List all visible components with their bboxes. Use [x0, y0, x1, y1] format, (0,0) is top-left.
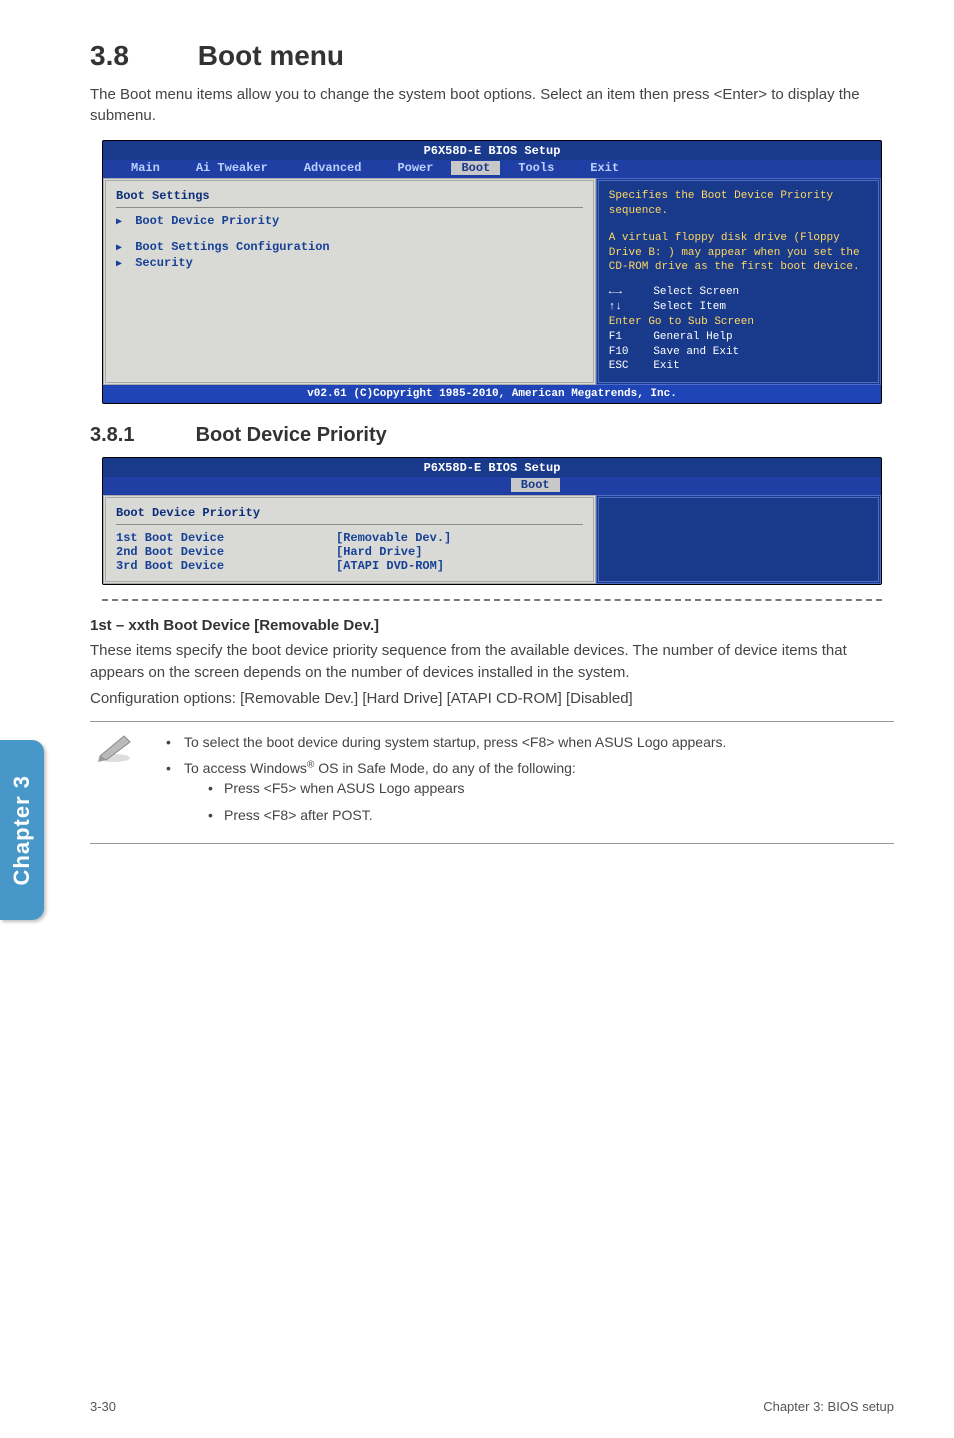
- note-sublist: Press <F5> when ASUS Logo appears Press …: [184, 778, 890, 825]
- chapter-tab: Chapter 3: [0, 740, 44, 920]
- key-row-enter: Enter Go to Sub Screen: [609, 315, 868, 330]
- bios-tab-advanced: Advanced: [286, 161, 380, 175]
- bios-left-pane: Boot Device Priority 1st Boot Device [Re…: [103, 495, 596, 584]
- note-item-2a: To access Windows: [184, 760, 307, 776]
- bios-kv-key: 1st Boot Device: [116, 531, 336, 545]
- key-ud: ↑↓: [609, 300, 647, 315]
- page-footer-right: Chapter 3: BIOS setup: [763, 1399, 894, 1414]
- bios-kv-val: [Removable Dev.]: [336, 531, 451, 545]
- key-f1-label: General Help: [653, 331, 732, 343]
- spacer: [116, 230, 583, 238]
- section-title: Boot menu: [198, 40, 344, 71]
- pencil-note-icon: [94, 730, 138, 769]
- bios-row-boot-device-priority: ▶ Boot Device Priority: [116, 214, 583, 228]
- config-item-heading: 1st – xxth Boot Device [Removable Dev.]: [90, 617, 894, 634]
- subsection-heading: 3.8.1 Boot Device Priority: [90, 424, 894, 447]
- bios-left-pane: Boot Settings ▶ Boot Device Priority ▶ B…: [103, 178, 596, 385]
- config-options-values: [Removable Dev.] [Hard Drive] [ATAPI CD-…: [240, 690, 633, 707]
- page-footer: 3-30 Chapter 3: BIOS setup: [90, 1399, 894, 1414]
- bios-row-security: ▶ Security: [116, 256, 583, 270]
- triangle-icon: ▶: [116, 216, 128, 228]
- note-item-2b: OS in Safe Mode, do any of the following…: [314, 760, 576, 776]
- bios-kv-key: 3rd Boot Device: [116, 559, 336, 573]
- section-number: 3.8: [90, 40, 190, 72]
- bios-left-heading: Boot Settings: [116, 189, 583, 203]
- torn-edge-divider: [102, 599, 882, 601]
- bios-divider: [116, 207, 583, 208]
- bios-right-pane: Specifies the Boot Device Priority seque…: [596, 178, 881, 385]
- bios-tab-main: Main: [113, 161, 178, 175]
- bios-row-boot-settings-config: ▶ Boot Settings Configuration: [116, 240, 583, 254]
- bios-help-mid: A virtual floppy disk drive (Floppy Driv…: [609, 231, 868, 276]
- triangle-icon: ▶: [116, 242, 128, 254]
- bios-row-label: Boot Settings Configuration: [135, 240, 329, 254]
- key-f10-label: Save and Exit: [653, 346, 739, 358]
- bios-kv-3rd: 3rd Boot Device [ATAPI DVD-ROM]: [116, 559, 583, 573]
- key-f1: F1: [609, 330, 647, 345]
- key-lr-label: Select Screen: [653, 286, 739, 298]
- note-box: To select the boot device during system …: [90, 721, 894, 844]
- bios-kv-key: 2nd Boot Device: [116, 545, 336, 559]
- subsection-number: 3.8.1: [90, 424, 190, 447]
- subsection-title: Boot Device Priority: [196, 424, 387, 446]
- key-ud-label: Select Item: [653, 301, 726, 313]
- bios-tab-ai-tweaker: Ai Tweaker: [178, 161, 286, 175]
- bios-divider: [116, 524, 583, 525]
- bios-row-label: Security: [135, 256, 193, 270]
- bios-row-label: Boot Device Priority: [135, 214, 279, 228]
- bios-title: P6X58D-E BIOS Setup: [103, 458, 881, 477]
- note-subitem-2: Press <F8> after POST.: [184, 805, 890, 825]
- bios-tab-boot-selected: Boot: [451, 161, 500, 175]
- key-f10: F10: [609, 345, 647, 360]
- bios-left-heading: Boot Device Priority: [116, 506, 583, 520]
- bios-tab-power: Power: [379, 161, 451, 175]
- bios-screenshot-boot-priority: P6X58D-E BIOS Setup . . . . Boot . . Boo…: [102, 457, 882, 585]
- note-item-1: To select the boot device during system …: [160, 732, 890, 752]
- spacer: [609, 219, 868, 231]
- bios-keys-legend: ←→ Select Screen ↑↓ Select Item Enter Go…: [609, 285, 868, 374]
- bios-tab-exit: Exit: [572, 161, 637, 175]
- bios-screenshot-boot-menu: P6X58D-E BIOS Setup Main Ai Tweaker Adva…: [102, 140, 882, 404]
- bios-kv-val: [ATAPI DVD-ROM]: [336, 559, 444, 573]
- config-options-line: Configuration options: [Removable Dev.] …: [90, 690, 894, 707]
- page-number: 3-30: [90, 1399, 116, 1414]
- chapter-tab-label: Chapter 3: [9, 775, 35, 885]
- note-list: To select the boot device during system …: [160, 732, 890, 825]
- section-heading: 3.8 Boot menu: [90, 40, 894, 72]
- triangle-icon: ▶: [116, 258, 128, 270]
- note-subitem-1: Press <F5> when ASUS Logo appears: [184, 778, 890, 798]
- key-row: ↑↓ Select Item: [609, 300, 868, 315]
- bios-footer: v02.61 (C)Copyright 1985-2010, American …: [103, 385, 881, 403]
- config-options-label: Configuration options:: [90, 690, 240, 707]
- bios-menubar: Main Ai Tweaker Advanced Power Boot Tool…: [103, 160, 881, 178]
- key-esc-label: Exit: [653, 360, 679, 372]
- bios-body: Boot Settings ▶ Boot Device Priority ▶ B…: [103, 178, 881, 385]
- bios-kv-2nd: 2nd Boot Device [Hard Drive]: [116, 545, 583, 559]
- bios-tab-boot-selected: Boot: [511, 478, 560, 492]
- note-item-2: To access Windows® OS in Safe Mode, do a…: [160, 758, 890, 825]
- bios-tab-tools: Tools: [500, 161, 572, 175]
- bios-kv-1st: 1st Boot Device [Removable Dev.]: [116, 531, 583, 545]
- bios-right-pane-empty: [596, 495, 881, 584]
- bios-menubar-small: . . . . Boot . .: [103, 477, 881, 495]
- key-row: F10 Save and Exit: [609, 345, 868, 360]
- bios-kv-val: [Hard Drive]: [336, 545, 422, 559]
- key-row: F1 General Help: [609, 330, 868, 345]
- config-item-description: These items specify the boot device prio…: [90, 640, 894, 684]
- bios-help-top: Specifies the Boot Device Priority seque…: [609, 189, 868, 219]
- key-lr: ←→: [609, 285, 647, 300]
- key-row: ←→ Select Screen: [609, 285, 868, 300]
- bios-title: P6X58D-E BIOS Setup: [103, 141, 881, 160]
- section-lead: The Boot menu items allow you to change …: [90, 84, 894, 126]
- key-esc: ESC: [609, 359, 647, 374]
- bios-body: Boot Device Priority 1st Boot Device [Re…: [103, 495, 881, 584]
- key-row: ESC Exit: [609, 359, 868, 374]
